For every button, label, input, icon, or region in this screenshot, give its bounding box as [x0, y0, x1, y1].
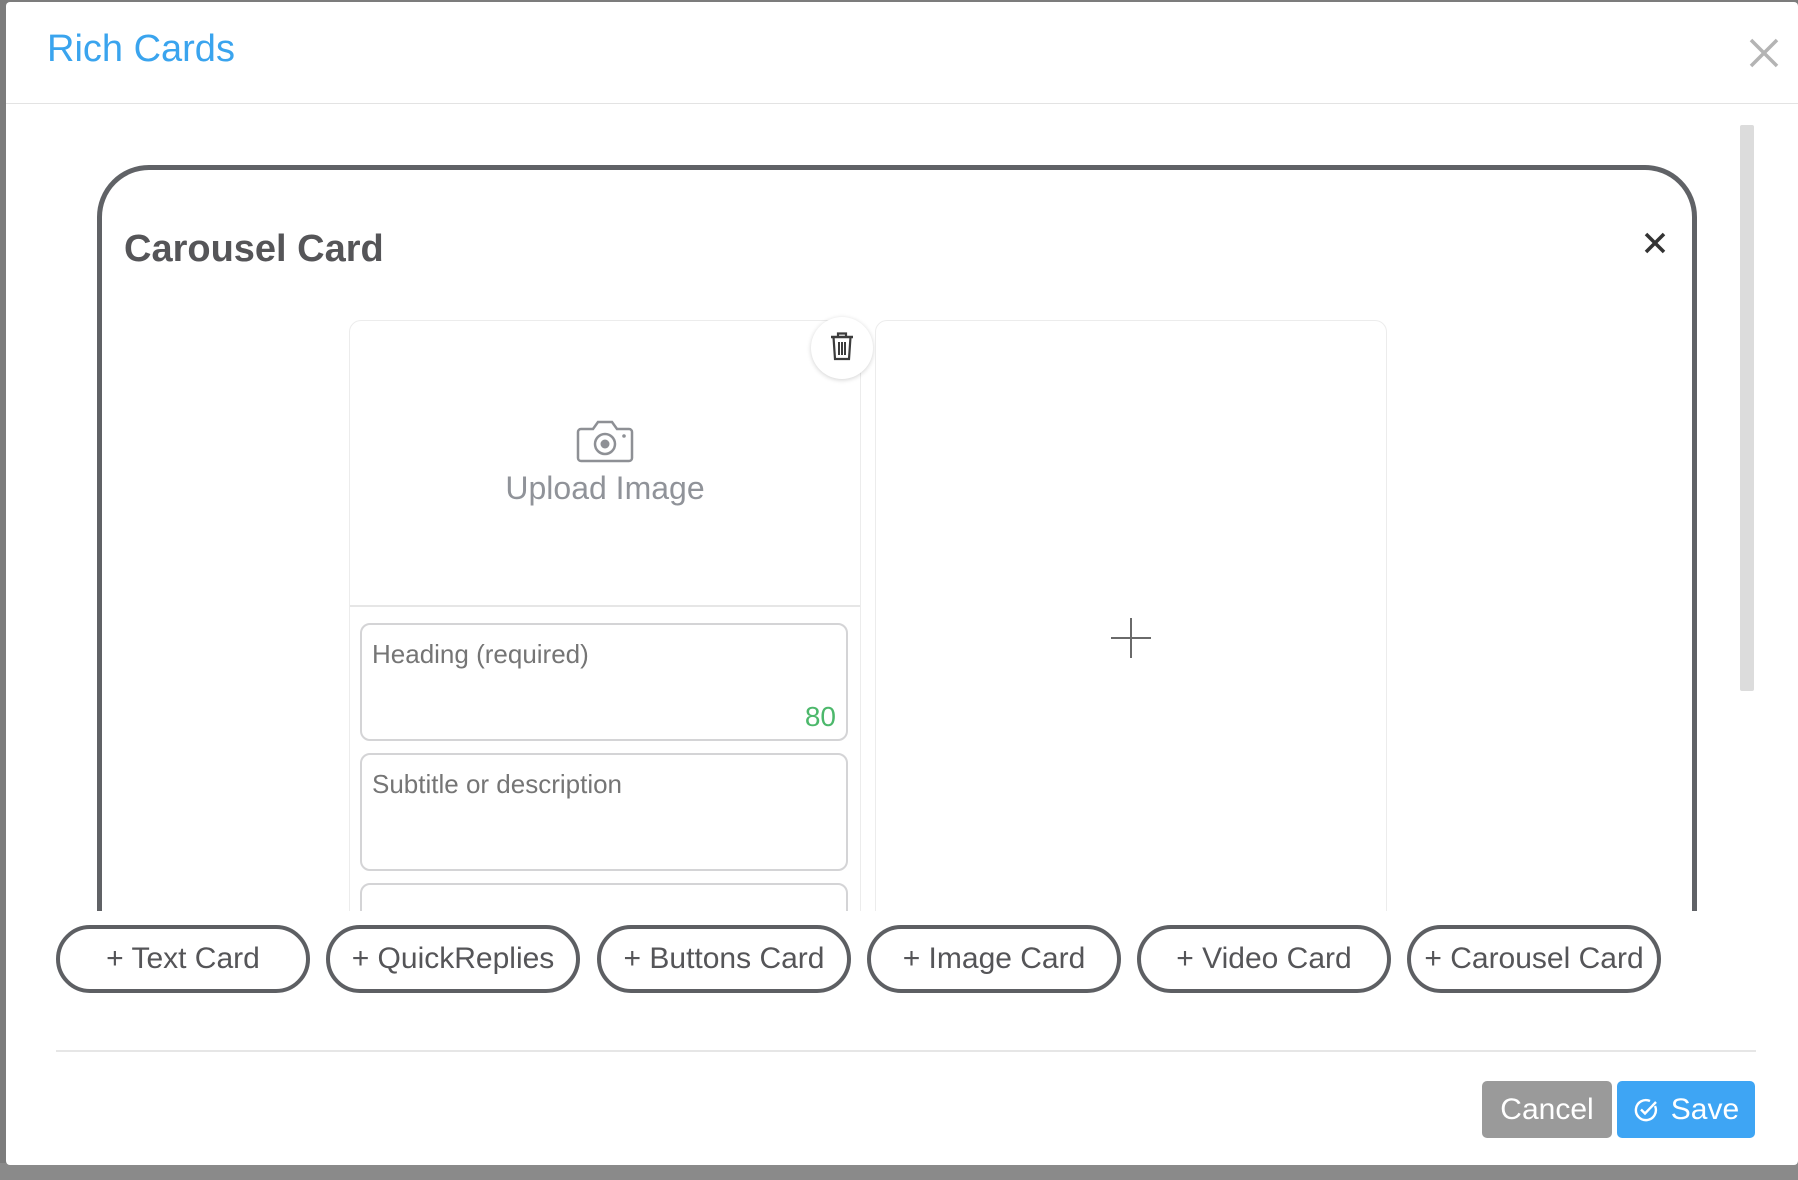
modal-header: Rich Cards	[6, 2, 1798, 104]
heading-char-counter: 80	[804, 701, 836, 732]
background-canvas	[0, 1163, 1798, 1180]
scrollbar[interactable]	[1740, 125, 1754, 691]
add-item-area[interactable]	[876, 321, 1386, 911]
trash-icon	[828, 330, 856, 367]
rich-cards-modal: Rich Cards Carousel Card Upload Image He…	[6, 2, 1798, 1165]
camera-icon	[576, 419, 634, 468]
close-icon[interactable]	[1739, 28, 1789, 78]
add-buttons-card-button[interactable]: + Buttons Card	[597, 925, 851, 993]
subtitle-input[interactable]	[360, 753, 848, 871]
additional-field[interactable]	[360, 883, 848, 911]
add-text-card-button[interactable]: + Text Card	[56, 925, 310, 993]
plus-icon	[1109, 616, 1153, 665]
add-image-card-button[interactable]: + Image Card	[867, 925, 1121, 993]
footer-divider	[56, 1050, 1756, 1052]
add-carousel-item[interactable]	[875, 320, 1387, 911]
modal-title: Rich Cards	[47, 28, 235, 70]
upload-image-area[interactable]: Upload Image	[350, 321, 860, 607]
add-quickreplies-button[interactable]: + QuickReplies	[326, 925, 580, 993]
save-button[interactable]: Save	[1617, 1081, 1755, 1138]
save-label: Save	[1670, 1092, 1740, 1126]
add-video-card-button[interactable]: + Video Card	[1137, 925, 1391, 993]
modal-body: Carousel Card Upload Image Heading (requ…	[6, 105, 1798, 911]
delete-card-button[interactable]	[811, 317, 873, 379]
check-circle-icon	[1633, 1097, 1659, 1123]
heading-input[interactable]	[360, 623, 848, 741]
cancel-button[interactable]: Cancel	[1482, 1081, 1612, 1138]
carousel-card-title: Carousel Card	[124, 228, 384, 270]
add-card-toolbar: + Text Card + QuickReplies + Buttons Car…	[6, 911, 1798, 1051]
upload-image-label: Upload Image	[505, 470, 705, 506]
close-icon[interactable]	[1638, 226, 1672, 260]
carousel-item: Upload Image 80	[349, 320, 861, 911]
phone-preview: Carousel Card Upload Image Heading (requ…	[97, 165, 1697, 911]
add-carousel-card-button[interactable]: + Carousel Card	[1407, 925, 1661, 993]
